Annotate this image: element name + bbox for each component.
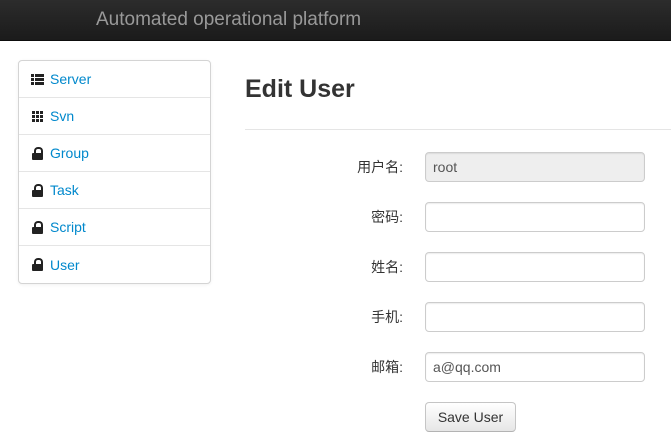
sidebar-nav: Server Svn Group Task Script User: [18, 60, 211, 284]
page-title: Edit User: [245, 75, 355, 103]
lock-icon: [31, 146, 44, 160]
sidebar-item-group[interactable]: Group: [19, 135, 210, 172]
sidebar-item-label: Task: [50, 182, 79, 198]
sidebar-item-user[interactable]: User: [19, 246, 210, 283]
sidebar-item-server[interactable]: Server: [19, 61, 210, 98]
sidebar-item-svn[interactable]: Svn: [19, 98, 210, 135]
password-field[interactable]: [425, 202, 645, 232]
username-label: 用户名:: [357, 159, 403, 175]
save-user-button[interactable]: Save User: [425, 402, 516, 432]
sidebar-item-label: Svn: [50, 108, 75, 124]
phone-row: 手机:: [245, 302, 671, 332]
lock-icon: [31, 183, 44, 197]
lock-icon: [31, 258, 44, 271]
app-brand[interactable]: Automated operational platform: [96, 9, 361, 31]
sidebar-item-label: Group: [50, 145, 89, 161]
password-label: 密码:: [371, 209, 403, 225]
email-label: 邮箱:: [371, 359, 403, 375]
phone-field[interactable]: [425, 302, 645, 332]
sidebar-item-task[interactable]: Task: [19, 172, 210, 209]
sidebar-item-script[interactable]: Script: [19, 209, 210, 246]
sidebar-item-label: Script: [50, 219, 86, 235]
top-navbar: Automated operational platform: [0, 0, 671, 41]
sidebar-item-label: Server: [50, 71, 92, 87]
name-label: 姓名:: [371, 259, 403, 275]
username-row: 用户名:: [245, 152, 671, 182]
email-row: 邮箱:: [245, 352, 671, 382]
grid-icon: [31, 109, 44, 123]
title-divider: [245, 129, 671, 130]
password-row: 密码:: [245, 202, 671, 232]
phone-label: 手机:: [371, 309, 403, 325]
list-icon: [31, 72, 44, 86]
name-row: 姓名:: [245, 252, 671, 282]
name-field[interactable]: [425, 252, 645, 282]
email-field[interactable]: [425, 352, 645, 382]
username-field[interactable]: [425, 152, 645, 182]
lock-icon: [31, 220, 44, 234]
sidebar-item-label: User: [50, 256, 80, 273]
